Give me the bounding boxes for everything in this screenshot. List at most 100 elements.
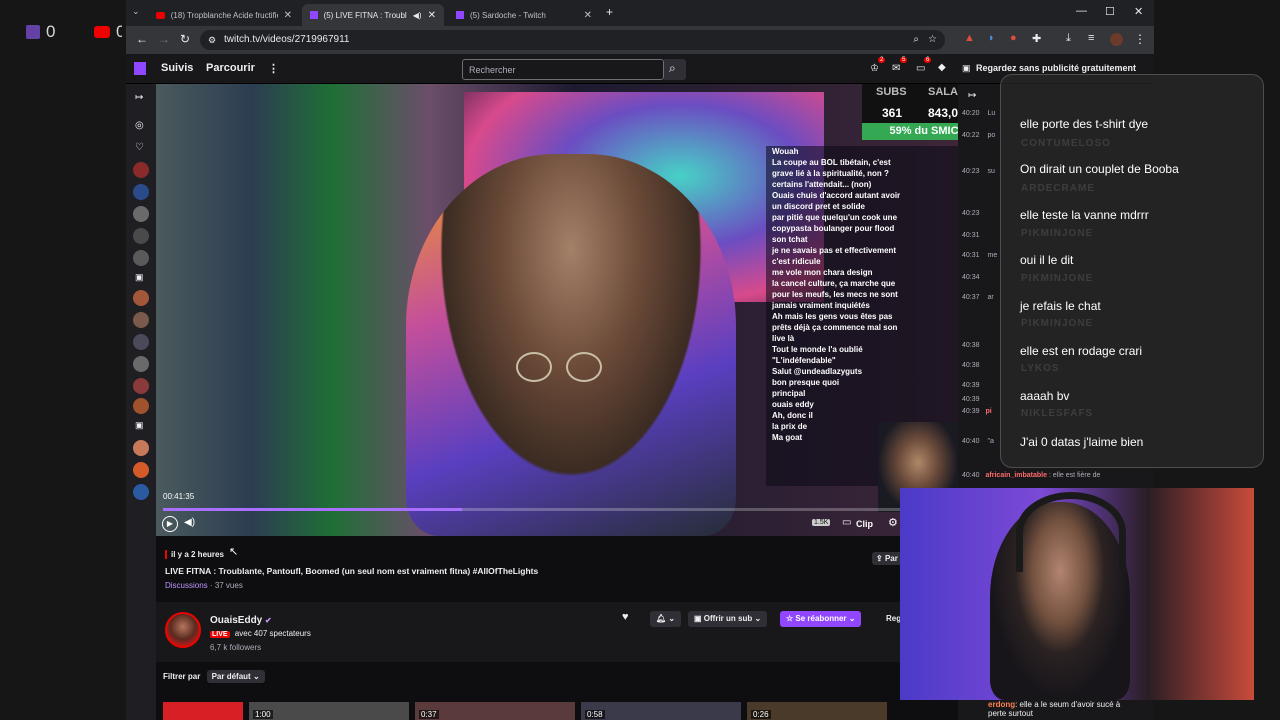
clip-icon[interactable]: ▭ xyxy=(842,517,851,528)
download-icon[interactable]: ⤓ xyxy=(1066,32,1071,45)
minimize-icon[interactable]: — xyxy=(1076,5,1087,17)
salary-header: SALAIRE xyxy=(928,86,958,98)
chat-replay-row: 40:20 Lu xyxy=(962,110,995,117)
channel-name[interactable]: OuaisEddy ✔ xyxy=(210,615,272,626)
twitch-icon xyxy=(310,11,318,19)
side-channel-avatar[interactable] xyxy=(133,206,149,222)
tab-title: (18) Tropblanche Acide fructifie xyxy=(170,10,278,20)
thumbnail-duration: 1:00 xyxy=(253,710,273,719)
nav-browse[interactable]: Parcourir xyxy=(206,62,255,74)
forward-icon[interactable]: → xyxy=(158,32,170,46)
filter-select[interactable]: Par défaut ⌄ xyxy=(206,670,265,683)
media-control-icon[interactable]: ≡ xyxy=(1088,32,1094,44)
stream-chat-line: principal xyxy=(772,389,806,398)
tab-twitch-live[interactable]: (5) LIVE FITNA : Troublante, Pa ◀) ✕ xyxy=(302,4,444,26)
video-icon[interactable]: ▣ xyxy=(135,272,144,283)
notification-bell-button[interactable]: 🔔︎ ⌄ xyxy=(650,611,682,627)
volume-icon[interactable]: ◀) xyxy=(184,517,195,528)
bits-icon[interactable]: ◆ xyxy=(938,62,946,73)
close-icon[interactable]: ✕ xyxy=(284,10,292,21)
pdf-extension-icon[interactable]: ▲ xyxy=(964,32,975,44)
back-icon[interactable]: ← xyxy=(136,32,148,46)
side-channel-avatar[interactable] xyxy=(133,462,149,478)
maximize-icon[interactable]: ☐ xyxy=(1105,5,1115,18)
stream-chat-line: pour les meufs, les mecs ne sont xyxy=(772,290,898,299)
stream-chat-line: un discord pret et solide xyxy=(772,202,865,211)
inbox-icon[interactable]: ✉ xyxy=(892,63,900,74)
side-channel-avatar[interactable] xyxy=(133,290,149,306)
settings-icon[interactable]: ⚙ xyxy=(888,516,898,529)
search-button[interactable]: ⌕ xyxy=(664,59,686,80)
side-channel-avatar[interactable] xyxy=(133,378,149,394)
record-extension-icon[interactable]: ● xyxy=(1010,32,1017,44)
reload-icon[interactable]: ↻ xyxy=(180,32,190,46)
search-input[interactable]: Rechercher xyxy=(462,59,664,80)
follow-heart-icon[interactable]: ♥ xyxy=(622,611,629,623)
mute-icon[interactable]: ◀) xyxy=(413,11,422,20)
video-thumbnails: 1:00 0:37 0:58 0:26 xyxy=(163,702,958,720)
gift-sub-button[interactable]: ▣ Offrir un sub ⌄ xyxy=(688,611,768,627)
streamer-webcam xyxy=(900,488,1254,700)
side-channel-avatar[interactable] xyxy=(133,184,149,200)
translate-extension-icon[interactable]: ◗ xyxy=(988,32,995,44)
tab-search-icon[interactable]: ⌄ xyxy=(132,6,140,17)
clip-button[interactable]: Clip xyxy=(856,519,873,529)
side-channel-avatar[interactable] xyxy=(133,356,149,372)
menu-icon[interactable]: ⋮ xyxy=(1134,32,1146,46)
twitch-logo-icon[interactable] xyxy=(134,62,146,75)
recommended-icon[interactable]: ◎ xyxy=(135,120,144,131)
bookmark-star-icon[interactable]: ☆ xyxy=(928,30,937,50)
following-heart-icon[interactable]: ♡ xyxy=(135,142,144,153)
chat-replay-row: 40:22 po xyxy=(962,132,995,139)
side-channel-avatar[interactable] xyxy=(133,250,149,266)
close-icon[interactable]: ✕ xyxy=(584,10,592,21)
side-channel-avatar[interactable] xyxy=(133,334,149,350)
more-icon[interactable]: ⋮ xyxy=(268,62,279,75)
collapse-chat-icon[interactable]: ↦ xyxy=(968,90,976,101)
ad-free-promo[interactable]: Regardez sans publicité gratuitement xyxy=(976,63,1136,73)
side-channel-avatar[interactable] xyxy=(133,440,149,456)
side-channel-avatar[interactable] xyxy=(133,162,149,178)
site-info-icon[interactable]: ⚙ xyxy=(208,30,216,50)
seek-bar-fill xyxy=(163,508,463,511)
profile-avatar[interactable] xyxy=(1110,33,1123,46)
chat-replay-row: 40:39 xyxy=(962,396,988,403)
overlay-chat-message: je refais le chat xyxy=(1020,298,1101,313)
category-link[interactable]: Discussions xyxy=(165,581,208,590)
expand-nav-icon[interactable]: ↦ xyxy=(135,92,143,103)
tab-sardoche[interactable]: (5) Sardoche - Twitch ✕ xyxy=(448,4,600,26)
close-icon[interactable]: ✕ xyxy=(428,10,436,21)
video-thumbnail[interactable]: 0:58 xyxy=(581,702,741,720)
side-channel-avatar[interactable] xyxy=(133,228,149,244)
upload-time: il y a 2 heures xyxy=(165,550,224,559)
prime-loot-icon[interactable]: ♔ xyxy=(870,63,879,74)
twitch-top-nav: Suivis Parcourir ⋮ Rechercher ⌕ ♔ 2 ✉ 5 … xyxy=(126,54,1154,84)
url-input[interactable]: ⚙ twitch.tv/videos/2719967911 ⌕ ☆ xyxy=(200,30,945,50)
channel-avatar[interactable] xyxy=(165,612,201,648)
video-thumbnail[interactable]: 1:00 xyxy=(249,702,409,720)
side-channel-avatar[interactable] xyxy=(133,484,149,500)
chat-username[interactable]: africain_imbatable xyxy=(986,472,1047,479)
new-tab-icon[interactable]: + xyxy=(606,5,613,19)
seek-bar[interactable] xyxy=(163,508,951,511)
extensions-icon[interactable]: ✚ xyxy=(1032,32,1041,45)
video-player[interactable]: Wouah La coupe au BOL tibétain, c'est grav… xyxy=(156,84,958,536)
share-button[interactable]: ⇪ Par xyxy=(872,552,902,565)
chat-username[interactable]: pi xyxy=(986,408,992,415)
side-channel-avatar[interactable] xyxy=(133,398,149,414)
chat-timestamp: 40:38 xyxy=(962,362,980,369)
window-close-icon[interactable]: ✕ xyxy=(1134,5,1143,18)
nav-following[interactable]: Suivis xyxy=(161,62,193,74)
zoom-icon[interactable]: ⌕ xyxy=(913,30,919,50)
quality-badge[interactable]: 1.5K xyxy=(812,519,831,526)
notifications-icon[interactable]: ▭ xyxy=(916,63,925,74)
tab-youtube[interactable]: (18) Tropblanche Acide fructifie ✕ xyxy=(148,4,300,26)
play-icon[interactable]: ▶ xyxy=(162,516,178,532)
video-thumbnail[interactable]: 0:26 xyxy=(747,702,887,720)
stream-chat-line: La coupe au BOL tibétain, c'est xyxy=(772,158,891,167)
resubscribe-button[interactable]: ☆ Se réabonner ⌄ xyxy=(780,611,862,627)
video-thumbnail[interactable] xyxy=(163,702,243,720)
side-channel-avatar[interactable] xyxy=(133,312,149,328)
video-icon[interactable]: ▣ xyxy=(135,420,144,431)
video-thumbnail[interactable]: 0:37 xyxy=(415,702,575,720)
